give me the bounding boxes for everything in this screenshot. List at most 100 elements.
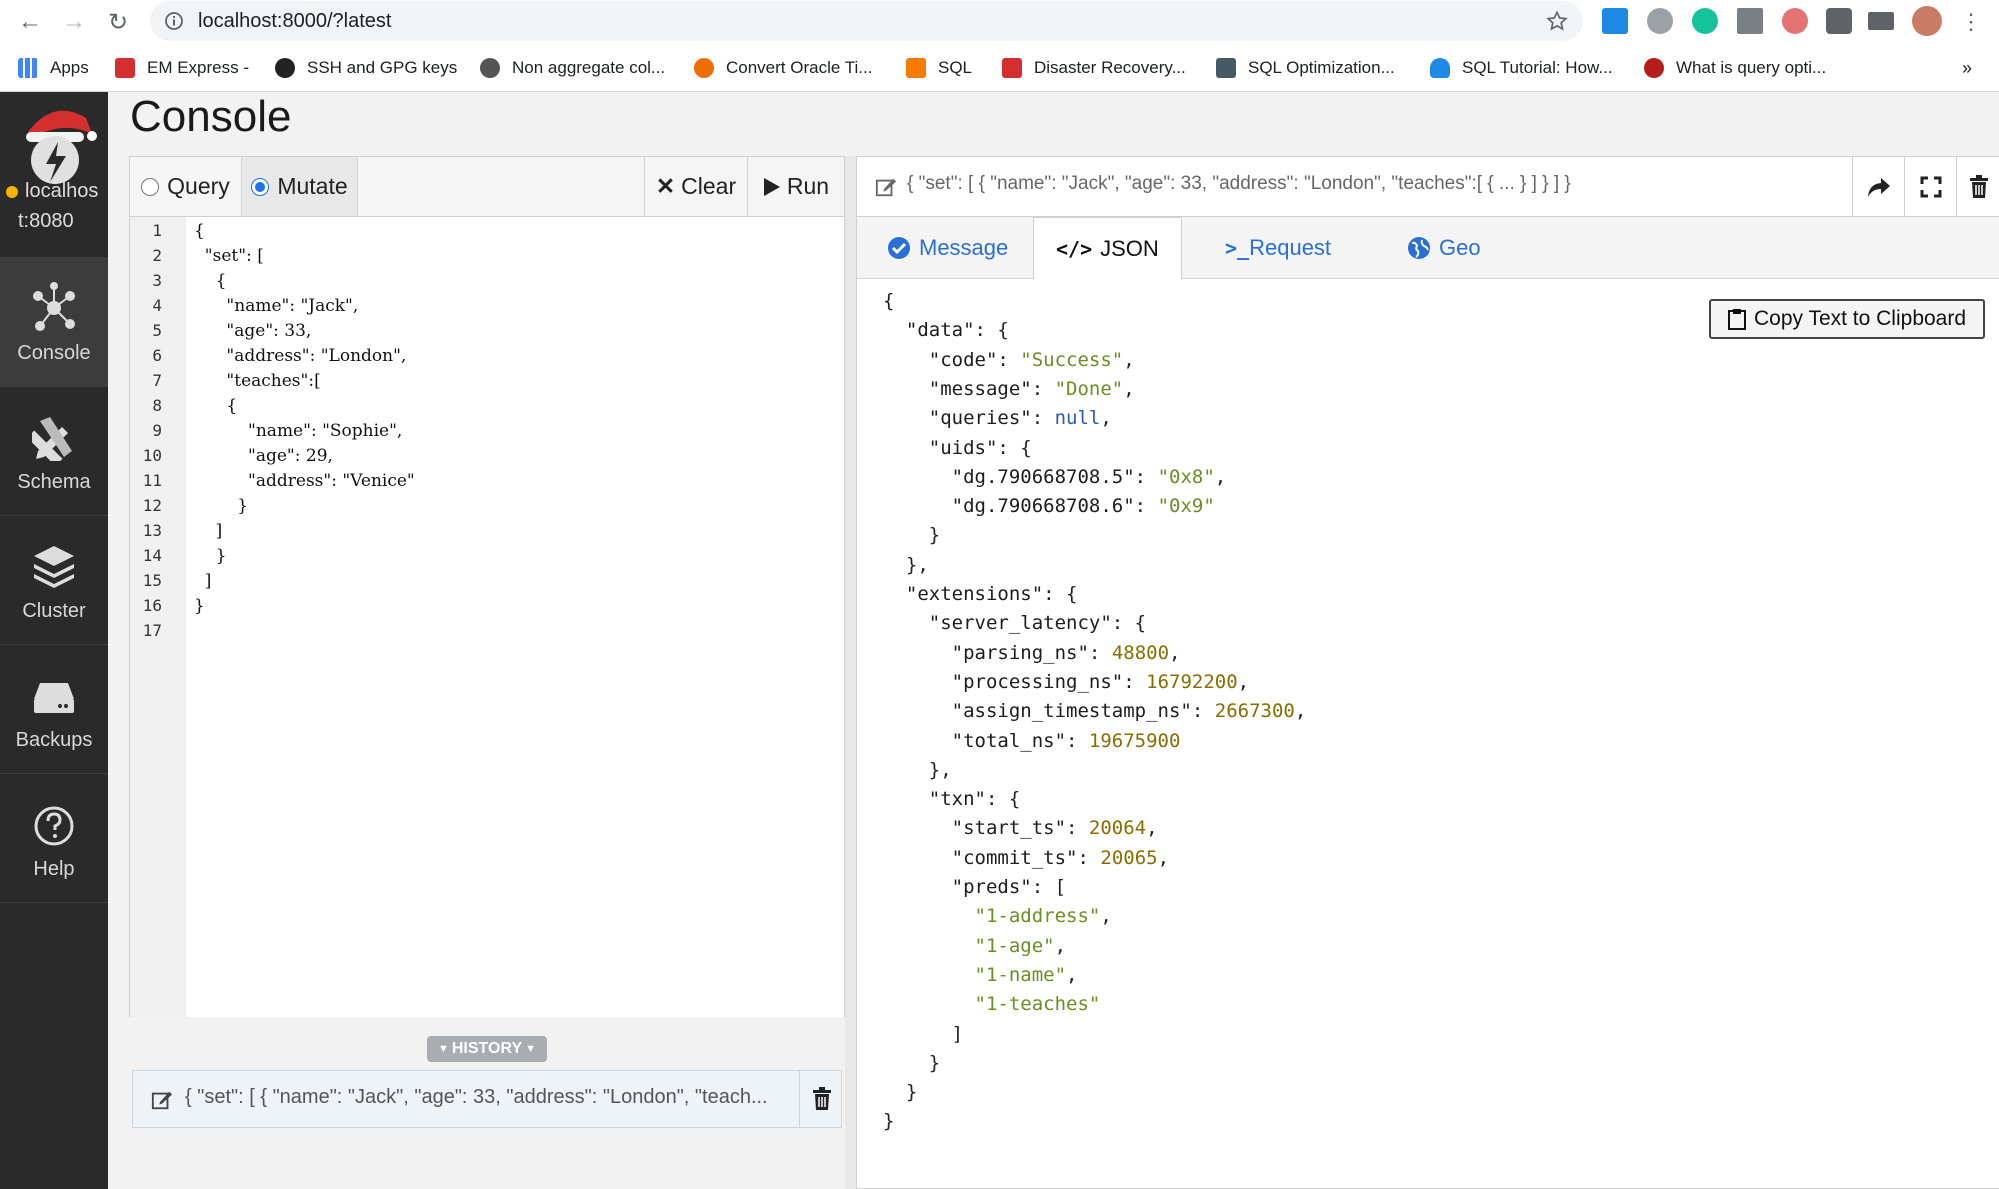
bookmark-label: EM Express - <box>147 58 250 77</box>
book-icon <box>1216 58 1236 78</box>
server-status[interactable]: localhos t:8080 <box>0 92 108 258</box>
bookmark-label: SQL Tutorial: How... <box>1462 58 1613 77</box>
line-number: 15 <box>142 571 162 590</box>
grammarly-icon[interactable] <box>1692 8 1718 34</box>
sql-site-icon <box>906 58 926 78</box>
extension-glasses-icon[interactable] <box>1782 8 1808 34</box>
sidebar: localhos t:8080 Console Schema Cluster B… <box>0 92 108 1189</box>
run-button[interactable]: Run <box>748 157 844 216</box>
help-question-icon <box>34 806 74 846</box>
bookmark-label: Convert Oracle Ti... <box>726 58 873 77</box>
oracle-icon <box>1002 58 1022 78</box>
line-number: 4 <box>152 296 162 315</box>
bookmark-ssh-gpg[interactable]: SSH and GPG keys <box>275 56 457 80</box>
close-x-icon: ✕ <box>655 173 676 199</box>
delete-result-button[interactable] <box>1956 157 1999 216</box>
back-arrow-icon[interactable]: ← <box>14 6 46 38</box>
line-number: 9 <box>152 421 162 440</box>
line-number: 13 <box>142 521 162 540</box>
sidebar-item-console[interactable]: Console <box>0 258 108 387</box>
sidebar-item-schema[interactable]: Schema <box>0 387 108 516</box>
bookmark-sql[interactable]: SQL <box>906 56 972 80</box>
sidebar-item-label: Help <box>33 858 75 880</box>
bookmark-sql-optimization[interactable]: SQL Optimization... <box>1216 56 1395 80</box>
bookmark-label: Non aggregate col... <box>512 58 666 77</box>
share-arrow-icon <box>1867 177 1890 197</box>
bookmark-label: SSH and GPG keys <box>307 58 458 77</box>
sidebar-item-backups[interactable]: Backups <box>0 645 108 774</box>
sidebar-item-label: Backups <box>15 729 93 751</box>
menu-kebab-icon[interactable]: ⋮ <box>1955 6 1987 38</box>
share-button[interactable] <box>1852 157 1904 216</box>
bookmark-star-icon[interactable] <box>1546 10 1568 32</box>
bookmark-sql-tutorial[interactable]: SQL Tutorial: How... <box>1430 56 1613 80</box>
profile-avatar[interactable] <box>1912 6 1942 36</box>
edit-icon[interactable] <box>875 176 897 198</box>
code-line: ] <box>194 521 223 541</box>
result-query-summary: { "set": [ { "name": "Jack", "age": 33, … <box>907 173 1571 194</box>
bookmark-label: SQL Optimization... <box>1248 58 1395 77</box>
line-number: 1 <box>152 221 162 240</box>
panel-splitter[interactable] <box>845 156 856 1189</box>
clear-label: Clear <box>681 173 737 199</box>
clear-button[interactable]: ✕ Clear <box>644 157 748 216</box>
trash-icon <box>1969 174 1988 198</box>
bookmark-non-aggregate[interactable]: Non aggregate col... <box>480 56 665 80</box>
reading-list-icon[interactable] <box>1868 12 1894 30</box>
json-line: "dg.790668708.6": "0x9" <box>951 495 1215 518</box>
extensions-puzzle-icon[interactable] <box>1826 8 1852 34</box>
tab-message[interactable]: Message <box>865 217 1030 279</box>
sidebar-item-label: Cluster <box>22 600 86 622</box>
windows-extension-icon[interactable] <box>1602 8 1628 34</box>
history-query-text: { "set": [ { "name": "Jack", "age": 33, … <box>185 1086 768 1108</box>
code-line: } <box>194 596 205 616</box>
bookmark-convert-oracle[interactable]: Convert Oracle Ti... <box>694 56 872 80</box>
bookmark-label: Apps <box>50 58 89 77</box>
bookmark-query-optimization[interactable]: What is query opti... <box>1644 56 1826 80</box>
json-line: "1-name", <box>974 963 1078 986</box>
query-mode-radio[interactable]: Query <box>130 157 242 216</box>
sidebar-item-help[interactable]: Help <box>0 774 108 903</box>
bookmark-em-express[interactable]: EM Express - <box>115 56 249 80</box>
history-delete-button[interactable] <box>799 1071 843 1127</box>
history-entry[interactable]: { "set": [ { "name": "Jack", "age": 33, … <box>132 1070 842 1128</box>
bookmarks-overflow[interactable]: » <box>1962 56 1972 80</box>
status-dot <box>6 186 18 198</box>
mutate-mode-radio[interactable]: Mutate <box>242 157 358 216</box>
extension-u-icon[interactable] <box>1647 8 1673 34</box>
stats-extension-icon[interactable] <box>1737 8 1763 34</box>
json-line: } <box>883 1081 918 1104</box>
code-line: { <box>194 271 227 291</box>
code-line: "name": "Sophie", <box>194 421 403 441</box>
tab-geo[interactable]: Geo <box>1385 217 1503 279</box>
code-line: ] <box>194 571 212 591</box>
result-panel: { "set": [ { "name": "Jack", "age": 33, … <box>856 156 1999 1189</box>
forward-arrow-icon[interactable]: → <box>58 6 90 38</box>
json-line: }, <box>883 758 952 781</box>
address-bar[interactable]: localhost:8000/?latest <box>150 1 1583 41</box>
line-number: 7 <box>152 371 162 390</box>
code-editor[interactable]: { "set": [ { "name": "Jack", "age": 33, … <box>186 217 844 1017</box>
bookmark-apps[interactable]: Apps <box>18 56 89 80</box>
json-line: "total_ns": 19675900 <box>951 729 1181 752</box>
code-line: } <box>194 496 249 516</box>
json-line: "1-address", <box>974 905 1112 928</box>
code-line: "address": "London", <box>194 346 407 366</box>
reload-icon[interactable]: ↻ <box>102 6 134 38</box>
chevron-down-icon: ▼ <box>437 1043 449 1055</box>
tab-request[interactable]: >_ Request <box>1203 217 1353 279</box>
globe-icon <box>1408 237 1430 259</box>
tab-json[interactable]: </> JSON <box>1033 217 1182 280</box>
radio-mutate[interactable] <box>251 177 270 196</box>
sidebar-item-cluster[interactable]: Cluster <box>0 516 108 645</box>
editor-toolbar: Query Mutate ✕ Clear Run <box>130 157 844 217</box>
layers-icon <box>34 546 74 588</box>
radio-query[interactable] <box>141 177 160 196</box>
fullscreen-button[interactable] <box>1904 157 1956 216</box>
json-output: { "data": { "code": "Success", "message"… <box>857 280 1999 1180</box>
bookmark-disaster-recovery[interactable]: Disaster Recovery... <box>1002 56 1186 80</box>
bookmark-label: What is query opti... <box>1676 58 1827 77</box>
bookmark-label: Disaster Recovery... <box>1034 58 1186 77</box>
bookmark-label: SQL <box>938 58 973 77</box>
history-toggle[interactable]: ▼ HISTORY ▼ <box>427 1036 547 1062</box>
